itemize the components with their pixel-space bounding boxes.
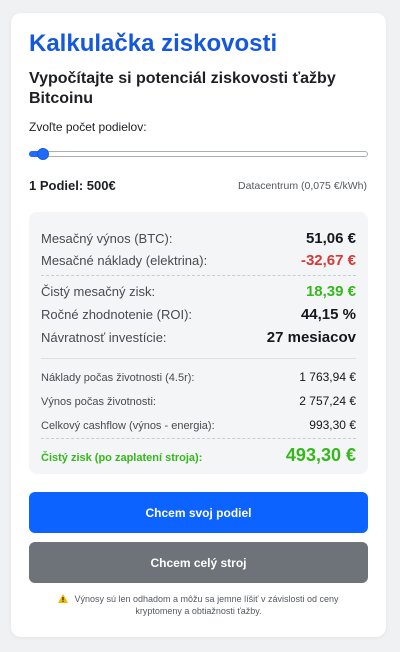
monthly-costs-label: Mesačné náklady (elektrina): — [41, 253, 208, 268]
monthly-revenue-value: 51,06 € — [305, 230, 356, 247]
warning-icon — [58, 594, 69, 603]
payback-value: 27 mesiacov — [266, 329, 356, 346]
net-profit-label: Čistý zisk (po zaplatení stroja): — [41, 452, 203, 464]
lifetime-revenue-label: Výnos počas životnosti: — [41, 396, 156, 408]
net-monthly-row: Čistý mesačný zisk: 18,39 € — [41, 283, 356, 300]
share-summary: 1 Podiel: 500€ — [29, 178, 116, 193]
net-profit-row: Čistý zisk (po zaplatení stroja): 493,30… — [41, 445, 356, 466]
payback-row: Návratnosť investície: 27 mesiacov — [41, 329, 356, 346]
payback-label: Návratnosť investície: — [41, 330, 167, 345]
roi-label: Ročné zhodnotenie (ROI): — [41, 307, 193, 322]
net-monthly-label: Čistý mesačný zisk: — [41, 284, 156, 299]
disclaimer-text: Výnosy sú len odhadom a môžu sa jemne lí… — [74, 594, 339, 616]
roi-row: Ročné zhodnotenie (ROI): 44,15 % — [41, 306, 356, 323]
calculator-card: Kalkulačka ziskovosti Vypočítajte si pot… — [11, 13, 386, 637]
want-share-button[interactable]: Chcem svoj podiel — [29, 492, 368, 533]
results-panel: Mesačný výnos (BTC): 51,06 € Mesačné nák… — [29, 212, 368, 474]
monthly-costs-row: Mesačné náklady (elektrina): -32,67 € — [41, 252, 356, 269]
net-profit-value: 493,30 € — [285, 445, 356, 465]
want-machine-button[interactable]: Chcem celý stroj — [29, 542, 368, 583]
net-monthly-value: 18,39 € — [305, 283, 356, 300]
cashflow-value: 993,30 € — [309, 418, 356, 432]
roi-value: 44,15 % — [300, 306, 356, 323]
lifetime-costs-label: Náklady počas životnosti (4.5r): — [41, 372, 195, 384]
lifetime-revenue-row: Výnos počas životnosti: 2 757,24 € — [41, 394, 356, 408]
shares-slider[interactable] — [29, 151, 368, 157]
lifetime-costs-value: 1 763,94 € — [299, 370, 356, 384]
lifetime-costs-row: Náklady počas životnosti (4.5r): 1 763,9… — [41, 370, 356, 384]
datacenter-info: Datacentrum (0,075 €/kWh) — [238, 180, 367, 192]
slider-thumb[interactable] — [36, 148, 49, 160]
monthly-revenue-label: Mesačný výnos (BTC): — [41, 231, 173, 246]
slider-label: Zvoľte počet podielov: — [29, 120, 147, 134]
page-subtitle: Vypočítajte si potenciál ziskovosti ťažb… — [29, 70, 336, 107]
divider — [41, 275, 356, 276]
disclaimer: Výnosy sú len odhadom a môžu sa jemne lí… — [35, 593, 362, 617]
cashflow-row: Celkový cashflow (výnos - energia): 993,… — [41, 418, 356, 432]
lifetime-revenue-value: 2 757,24 € — [299, 394, 356, 408]
divider — [41, 438, 356, 439]
cashflow-label: Celkový cashflow (výnos - energia): — [41, 420, 215, 432]
page-title: Kalkulačka ziskovosti — [29, 30, 278, 57]
monthly-costs-value: -32,67 € — [300, 252, 356, 269]
monthly-revenue-row: Mesačný výnos (BTC): 51,06 € — [41, 230, 356, 247]
divider — [41, 358, 356, 359]
